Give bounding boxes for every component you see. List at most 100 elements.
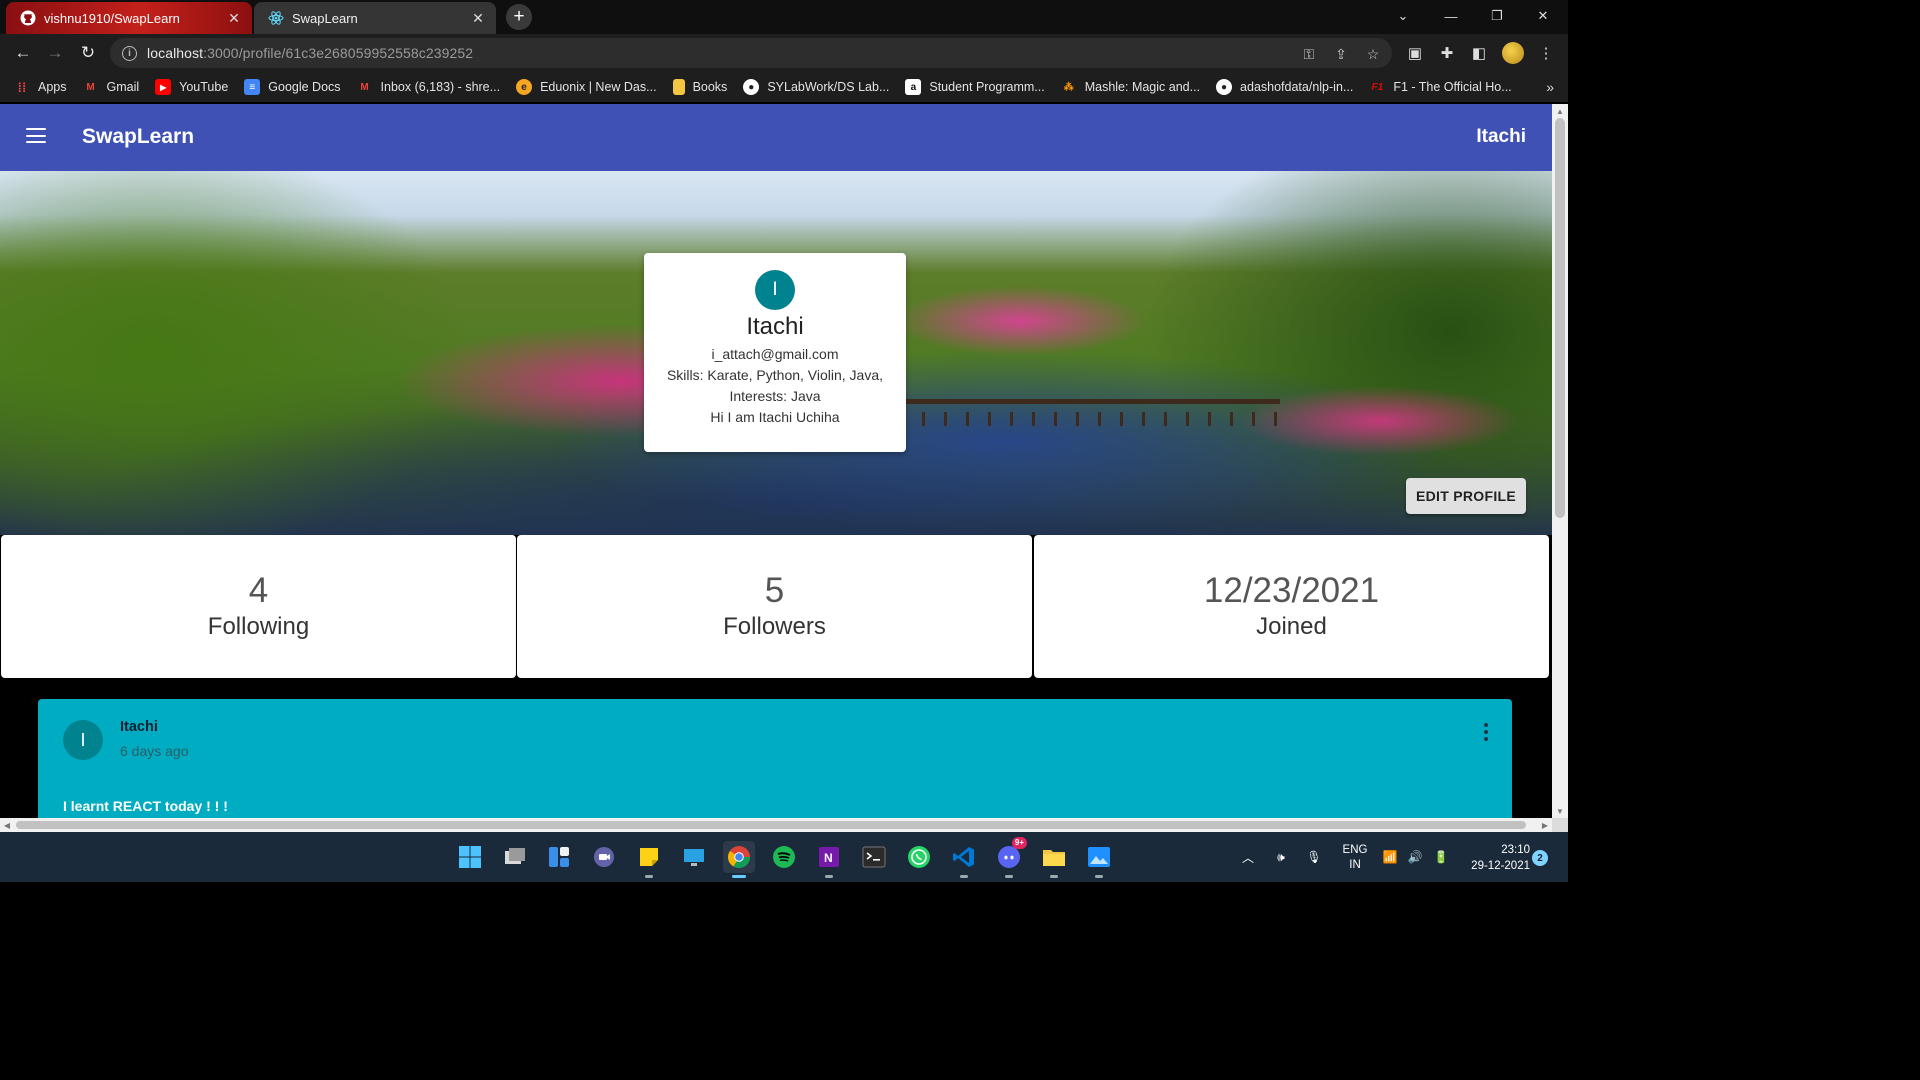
- gmail-icon: M: [360, 81, 369, 93]
- vertical-scrollbar[interactable]: ▲ ▼: [1552, 104, 1568, 818]
- app-bar: SwapLearn Itachi: [0, 104, 1552, 171]
- hamburger-menu-icon[interactable]: [26, 128, 46, 144]
- browser-profile-avatar[interactable]: [1502, 42, 1524, 64]
- volume-icon[interactable]: 🔊: [1404, 832, 1426, 882]
- scroll-up-icon[interactable]: ▲: [1552, 104, 1568, 118]
- notification-badge[interactable]: 2: [1532, 850, 1548, 866]
- mashle-icon: ⁂: [1063, 81, 1074, 93]
- horizontal-scrollbar[interactable]: ◀ ▶: [0, 818, 1552, 832]
- bookmark-student-programm[interactable]: a Student Programm...: [905, 79, 1045, 95]
- teams-chat-icon[interactable]: [588, 841, 620, 873]
- tray-overflow-icon[interactable]: ︿: [1238, 832, 1258, 882]
- bookmark-gmail[interactable]: M Gmail: [83, 79, 139, 95]
- post-author-name[interactable]: Itachi: [120, 719, 158, 735]
- github-icon: [20, 10, 36, 26]
- spotify-icon[interactable]: [768, 841, 800, 873]
- key-icon[interactable]: ⚿: [1300, 45, 1318, 63]
- more-bookmarks-icon[interactable]: »: [1546, 79, 1554, 95]
- sticky-notes-icon[interactable]: [633, 841, 665, 878]
- forward-icon[interactable]: →: [42, 40, 68, 66]
- minimize-icon[interactable]: —: [1428, 0, 1474, 32]
- scroll-down-icon[interactable]: ▼: [1552, 804, 1568, 818]
- running-indicator: [645, 875, 653, 878]
- vertical-scroll-thumb[interactable]: [1555, 118, 1565, 518]
- vscode-icon[interactable]: [948, 841, 980, 878]
- close-tab-icon[interactable]: ✕: [226, 10, 242, 26]
- side-panel-icon[interactable]: ◧: [1469, 43, 1489, 63]
- current-user-name[interactable]: Itachi: [1476, 126, 1526, 148]
- bookmark-star-icon[interactable]: ☆: [1364, 45, 1382, 63]
- bookmark-mashle[interactable]: ⁂ Mashle: Magic and...: [1061, 79, 1200, 95]
- remote-desktop-icon[interactable]: [678, 841, 710, 873]
- bookmark-apps[interactable]: ⁞⁞ Apps: [14, 79, 67, 95]
- address-bar[interactable]: i localhost:3000/profile/61c3e2680599525…: [110, 38, 1392, 68]
- new-tab-button[interactable]: +: [506, 4, 532, 30]
- terminal-icon[interactable]: [858, 841, 890, 873]
- share-icon[interactable]: ⇪: [1332, 45, 1350, 63]
- bookmark-youtube[interactable]: ▶ YouTube: [155, 79, 228, 95]
- tab-search-icon[interactable]: ⌄: [1380, 0, 1426, 32]
- photos-icon[interactable]: [1083, 841, 1115, 878]
- bookmark-f1[interactable]: F1 F1 - The Official Ho...: [1369, 79, 1511, 95]
- language-indicator[interactable]: ENG IN: [1340, 843, 1370, 873]
- bookmark-inbox[interactable]: M Inbox (6,183) - shre...: [357, 79, 500, 95]
- tab-title: SwapLearn: [292, 10, 358, 26]
- profile-interests: Interests: Java: [729, 388, 821, 404]
- app-brand[interactable]: SwapLearn: [82, 125, 194, 149]
- restore-icon[interactable]: ❐: [1474, 0, 1520, 32]
- running-indicator: [1050, 875, 1058, 878]
- close-window-icon[interactable]: ✕: [1520, 0, 1566, 32]
- discord-badge: 9+: [1011, 837, 1027, 849]
- bookmarks-bar: ⁞⁞ Apps M Gmail ▶ YouTube ≡ Google Docs M Inb…: [0, 72, 1568, 102]
- post-content: I learnt REACT today ! ! !: [63, 798, 228, 814]
- windows-start-icon[interactable]: [454, 841, 486, 873]
- widgets-icon[interactable]: [543, 841, 575, 873]
- scroll-right-icon[interactable]: ▶: [1538, 818, 1552, 832]
- running-indicator: [960, 875, 968, 878]
- stat-joined: 12/23/2021 Joined: [1034, 535, 1549, 678]
- browser-tab-swaplearn[interactable]: SwapLearn ✕: [254, 2, 496, 34]
- profile-email: i_attach@gmail.com: [711, 346, 839, 362]
- bookmark-eduonix[interactable]: e Eduonix | New Das...: [516, 79, 657, 95]
- post-card: I Itachi 6 days ago I learnt REACT today…: [38, 699, 1512, 818]
- amazon-icon: a: [905, 79, 922, 95]
- stat-following[interactable]: 4 Following: [1, 535, 516, 678]
- profile-avatar: I: [755, 270, 795, 310]
- extension-icon[interactable]: ▣: [1405, 43, 1425, 63]
- reload-icon[interactable]: ↻: [75, 40, 101, 66]
- wifi-icon[interactable]: 📶: [1380, 832, 1400, 882]
- scroll-left-icon[interactable]: ◀: [0, 818, 14, 832]
- react-icon: [268, 11, 284, 25]
- chrome-taskbar-icon[interactable]: [723, 841, 755, 878]
- site-info-icon[interactable]: i: [122, 45, 137, 61]
- bookmark-adashofdata[interactable]: ● adashofdata/nlp-in...: [1216, 79, 1353, 95]
- svg-text:N: N: [824, 851, 833, 865]
- stat-followers[interactable]: 5 Followers: [517, 535, 1032, 678]
- microphone-icon[interactable]: 🎙: [1304, 832, 1324, 882]
- profile-cover-image: I Itachi i_attach@gmail.com Skills: Kara…: [0, 171, 1552, 535]
- file-explorer-icon[interactable]: [1038, 841, 1070, 878]
- battery-icon[interactable]: 🔋: [1430, 832, 1452, 882]
- onenote-icon[interactable]: N: [813, 841, 845, 878]
- taskbar-clock[interactable]: 23:10 29-12-2021: [1460, 842, 1530, 874]
- close-tab-icon[interactable]: ✕: [470, 10, 486, 26]
- browser-menu-icon[interactable]: ⋮: [1536, 43, 1556, 63]
- horizontal-scroll-thumb[interactable]: [16, 821, 1526, 829]
- puzzle-icon[interactable]: ✚: [1437, 43, 1457, 63]
- speaker-icon[interactable]: 🕪: [1270, 832, 1292, 882]
- task-view-icon[interactable]: [499, 841, 531, 873]
- post-author-avatar[interactable]: I: [63, 720, 103, 760]
- discord-icon[interactable]: 9+: [993, 837, 1027, 878]
- whatsapp-icon[interactable]: [903, 841, 935, 873]
- more-options-icon[interactable]: [1484, 723, 1490, 744]
- bookmark-books[interactable]: Books: [672, 79, 727, 95]
- bookmark-google-docs[interactable]: ≡ Google Docs: [244, 79, 341, 95]
- stat-value: 4: [248, 571, 269, 610]
- tab-title: vishnu1910/SwapLearn: [44, 10, 180, 26]
- edit-profile-button[interactable]: EDIT PROFILE: [1406, 478, 1526, 514]
- browser-tab-github[interactable]: vishnu1910/SwapLearn ✕: [6, 2, 252, 34]
- bookmark-sylabwork[interactable]: ● SYLabWork/DS Lab...: [743, 79, 889, 95]
- docs-icon: ≡: [244, 79, 261, 95]
- stat-label: Followers: [723, 613, 826, 640]
- back-icon[interactable]: ←: [10, 40, 36, 66]
